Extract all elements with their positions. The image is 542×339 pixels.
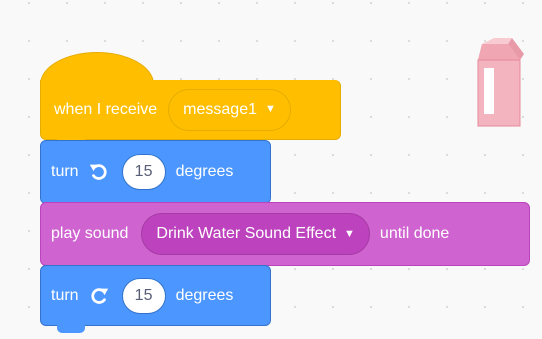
rotate-right-icon	[90, 287, 108, 304]
play-sound-until-done-block[interactable]: play sound Drink Water Sound Effect ▼ un…	[40, 202, 530, 273]
sprite-thumbnail[interactable]	[470, 38, 528, 130]
chevron-down-icon: ▼	[344, 227, 355, 240]
message-dropdown[interactable]: message1 ▼	[168, 88, 291, 131]
when-i-receive-label: when I receive	[54, 100, 158, 118]
degrees-input[interactable]: 15	[121, 154, 166, 190]
sound-dropdown[interactable]: Drink Water Sound Effect ▼	[141, 213, 370, 255]
milk-carton-icon	[477, 38, 524, 127]
code-area[interactable]: when I receive message1 ▼ turn 15 degree…	[0, 0, 542, 339]
block-notch	[57, 324, 85, 333]
play-sound-label: play sound	[51, 225, 129, 242]
sound-dropdown-value: Drink Water Sound Effect	[156, 225, 337, 242]
message-dropdown-value: message1	[183, 100, 257, 118]
degrees-label: degrees	[175, 286, 234, 304]
turn-left-block[interactable]: turn 15 degrees	[40, 140, 271, 211]
chevron-down-icon: ▼	[265, 103, 276, 115]
degrees-label: degrees	[175, 163, 234, 180]
rotate-left-icon	[89, 164, 107, 180]
turn-label: turn	[51, 286, 79, 304]
turn-label: turn	[51, 163, 79, 180]
until-done-label: until done	[379, 225, 450, 242]
turn-right-block[interactable]: turn 15 degrees	[40, 265, 271, 333]
when-i-receive-block[interactable]: when I receive message1 ▼	[40, 80, 341, 147]
degrees-input[interactable]: 15	[121, 277, 166, 314]
